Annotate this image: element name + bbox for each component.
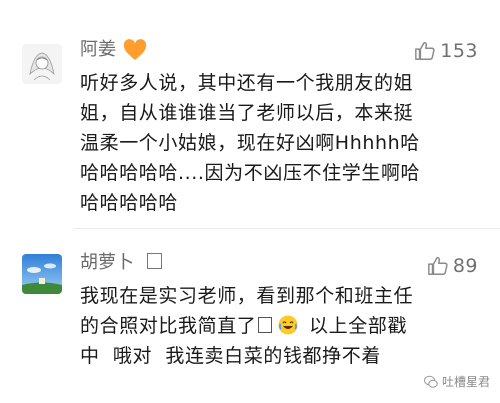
wechat-icon bbox=[423, 375, 438, 388]
thumbs-up-icon bbox=[415, 41, 435, 60]
watermark-text: 吐槽星君 bbox=[441, 375, 490, 389]
missing-glyph-icon bbox=[147, 253, 162, 269]
avatar[interactable] bbox=[22, 44, 62, 84]
laughing-crying-emoji-icon bbox=[278, 315, 298, 335]
orange-heart-icon bbox=[123, 39, 147, 60]
comment-line: 哈哈哈哈哈 bbox=[80, 192, 179, 214]
avatar[interactable] bbox=[22, 254, 62, 294]
comment-line: 温柔一个小姑娘，现在好凶啊Hhhhh哈 bbox=[80, 132, 420, 154]
commenter-name[interactable]: 阿姜 bbox=[80, 38, 116, 62]
like-button[interactable]: 89 bbox=[427, 253, 478, 279]
watermark: 吐槽星君 bbox=[423, 373, 490, 390]
like-button[interactable]: 153 bbox=[414, 38, 478, 64]
thumbs-up-icon bbox=[427, 256, 448, 275]
comment-line: 姐，自从谁谁谁当了老师以后，本来挺 bbox=[80, 102, 414, 124]
like-count: 89 bbox=[452, 255, 478, 277]
comment-line: 中 哦对 我连卖白菜的钱都挣不着 bbox=[80, 345, 381, 367]
comment-segment: 以上全部戳 bbox=[309, 315, 408, 337]
comment-item: 胡萝卜 89 我现在是实习老师，看到那个和班主任 的合照对比我简直了 以上全部戳… bbox=[0, 237, 500, 387]
divider bbox=[74, 228, 500, 229]
comment-text: 听好多人说，其中还有一个我朋友的姐 姐，自从谁谁谁当了老师以后，本来挺 温柔一个… bbox=[80, 68, 490, 218]
comment-item: 阿姜 153 听好多人说，其中还有一个我朋友的姐 姐，自从谁谁谁当了老师以后，本… bbox=[0, 30, 500, 230]
comment-line: 哈哈哈哈哈....因为不凶压不住学生啊哈 bbox=[80, 162, 421, 184]
commenter-name[interactable]: 胡萝卜 bbox=[80, 251, 134, 275]
comment-segment: 的合照对比我简直了 bbox=[80, 315, 257, 337]
missing-glyph-icon bbox=[258, 317, 273, 333]
comment-line: 的合照对比我简直了 以上全部戳 bbox=[80, 311, 490, 341]
comment-line: 听好多人说，其中还有一个我朋友的姐 bbox=[80, 72, 414, 94]
like-count: 153 bbox=[440, 40, 478, 62]
comment-line: 我现在是实习老师，看到那个和班主任 bbox=[80, 285, 414, 307]
comment-text: 我现在是实习老师，看到那个和班主任 的合照对比我简直了 以上全部戳 中 哦对 我… bbox=[80, 281, 490, 371]
